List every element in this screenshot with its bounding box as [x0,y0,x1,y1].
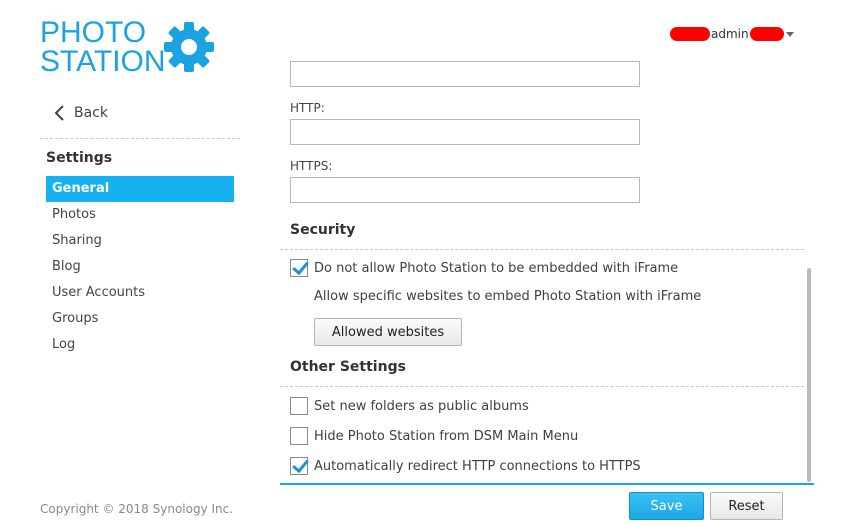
sidebar-divider [40,138,240,139]
hide-from-dsm-label: Hide Photo Station from DSM Main Menu [314,428,579,444]
logo-text: PHOTO STATION [40,16,166,78]
copyright-text: Copyright © 2018 Synology Inc. [40,502,234,516]
logo-line-2: STATION [40,45,166,78]
iframe-option[interactable]: Do not allow Photo Station to be embedde… [290,259,678,277]
sidebar-item-log[interactable]: Log [46,332,234,358]
back-label: Back [74,105,108,121]
reset-button[interactable]: Reset [710,492,783,520]
other-settings-divider [280,386,804,387]
http-input[interactable] [291,120,639,144]
sidebar-item-user-accounts[interactable]: User Accounts [46,280,234,306]
allowed-websites-button[interactable]: Allowed websites [314,318,462,346]
back-button[interactable]: Back [52,104,108,122]
user-menu[interactable]: admin [670,26,794,42]
sidebar-item-photos[interactable]: Photos [46,202,234,228]
sidebar-item-blog[interactable]: Blog [46,254,234,280]
redaction-mark [670,27,710,41]
save-button[interactable]: Save [629,492,704,520]
content-bottom-border [280,483,814,485]
security-heading: Security [290,222,356,238]
public-albums-checkbox[interactable] [290,397,308,415]
top-input[interactable] [291,62,639,86]
sidebar-item-groups[interactable]: Groups [46,306,234,332]
user-name: admin [711,27,749,41]
redirect-https-checkbox[interactable] [290,457,308,475]
iframe-checkbox-label: Do not allow Photo Station to be embedde… [314,260,679,276]
chevron-down-icon [785,31,794,37]
http-field[interactable] [290,119,640,145]
sidebar-item-sharing[interactable]: Sharing [46,228,234,254]
other-settings-heading: Other Settings [290,359,406,375]
sidebar-title: Settings [46,150,113,166]
photo-station-logo: PHOTO STATION [40,18,220,80]
hide-from-dsm-checkbox[interactable] [290,427,308,445]
redirect-https-label: Automatically redirect HTTP connections … [314,458,641,474]
redirect-https-option[interactable]: Automatically redirect HTTP connections … [290,457,641,475]
iframe-checkbox[interactable] [290,259,308,277]
https-field[interactable] [290,177,640,203]
redaction-mark [749,27,784,41]
chevron-left-icon [54,105,64,121]
http-label: HTTP: [290,101,325,115]
https-input[interactable] [291,178,639,202]
iframe-note: Allow specific websites to embed Photo S… [314,289,702,304]
security-divider [280,249,804,250]
hide-from-dsm-option[interactable]: Hide Photo Station from DSM Main Menu [290,427,578,445]
top-field[interactable] [290,61,640,87]
sidebar-nav: General Photos Sharing Blog User Account… [46,176,234,358]
public-albums-label: Set new folders as public albums [314,398,529,414]
sidebar-item-general[interactable]: General [46,176,234,202]
public-albums-option[interactable]: Set new folders as public albums [290,397,529,415]
logo-line-1: PHOTO [40,16,147,49]
gear-icon [164,22,214,72]
https-label: HTTPS: [290,159,333,173]
scrollbar[interactable] [807,268,811,482]
